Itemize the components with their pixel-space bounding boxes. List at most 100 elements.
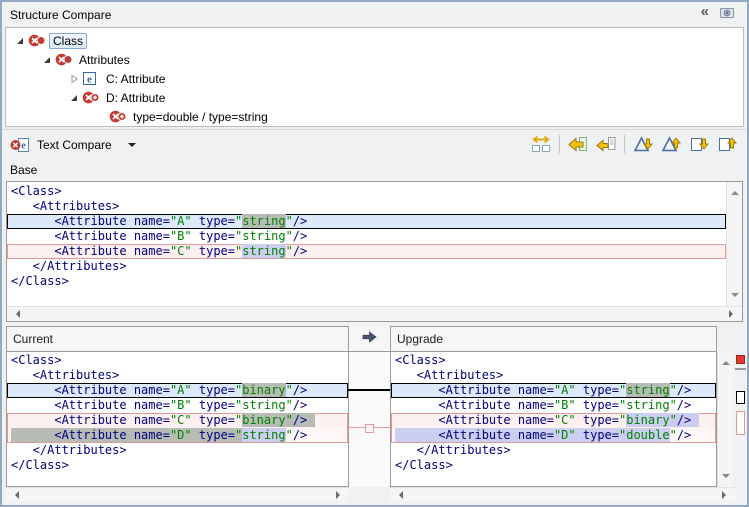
scroll-left-button[interactable] [12,310,20,318]
tree-item[interactable]: Class [6,31,743,50]
code-line[interactable]: <Attribute name="B" type="string"/> [7,229,726,244]
code-line[interactable]: <Attributes> [7,368,348,383]
code-line[interactable]: </Class> [391,458,716,473]
text-compare-icon: e [10,137,30,153]
next-change-button[interactable] [686,133,712,155]
next-difference-button[interactable] [630,133,656,155]
base-pane: <Class> <Attributes> <Attribute name="A"… [6,181,743,322]
code-line[interactable]: <Attribute name="A" type="binary"/> [7,383,348,398]
current-code-area[interactable]: <Class> <Attributes> <Attribute name="A"… [7,352,348,486]
scroll-down-button[interactable] [722,474,730,482]
code-line[interactable]: <Attributes> [7,199,726,214]
tree-collapsed-arrow-icon[interactable] [66,74,82,84]
tree-item-label: type=double / type=string [130,110,271,124]
compare-toolbar [527,133,741,155]
scroll-right-button[interactable] [336,491,344,499]
current-pane-title: Current [13,332,53,346]
tree-expanded-arrow-icon[interactable] [66,93,82,103]
merge-direction-arrow-icon [362,331,377,346]
conflict-diff-handle [365,424,374,433]
tree-item[interactable]: Attributes [6,50,743,69]
tree-item-label: C: Attribute [103,72,168,86]
tree-item[interactable]: type=double / type=string [6,107,743,126]
structure-tree[interactable]: Class Attributes e C: Attribute D: Attribute… [5,27,744,127]
collapse-chevrons-button[interactable]: « [701,5,709,19]
current-horizontal-scrollbar[interactable] [6,487,349,502]
copy-change-right-to-left-button[interactable] [593,133,619,155]
upgrade-pane: Upgrade <Class> <Attributes> <Attribute … [390,326,717,487]
panel-menu-button[interactable] [719,6,735,19]
conflict-add-icon [82,90,103,105]
tree-expanded-arrow-icon[interactable] [39,55,55,65]
scroll-up-button[interactable] [722,357,730,365]
code-line[interactable]: <Attribute name="D" type="string"/> [7,428,348,443]
current-pane: Current <Class> <Attributes> <Attribute … [6,326,349,487]
code-line[interactable]: <Attribute name="B" type="string"/> [391,398,716,413]
tree-item[interactable]: e C: Attribute [6,69,743,88]
code-line[interactable]: <Class> [7,353,348,368]
switch-left-right-button[interactable] [528,133,554,155]
tree-item-label: Class [49,33,87,49]
toolbar-separator [624,135,625,153]
scroll-down-button[interactable] [731,293,739,301]
diff-gutter [349,326,390,487]
selected-diff-connector [348,389,391,391]
code-line[interactable]: </Class> [7,458,348,473]
current-pane-header: Current [7,327,348,352]
current-diff-marker[interactable] [736,391,745,404]
code-line[interactable]: <Attribute name="C" type="binary"/> [391,413,716,428]
copy-all-right-to-left-button[interactable] [565,133,591,155]
upgrade-pane-title: Upgrade [397,332,443,346]
base-code-area[interactable]: <Class> <Attributes> <Attribute name="A"… [7,182,726,306]
code-line[interactable]: </Attributes> [391,443,716,458]
view-menu-dropdown-icon[interactable] [128,143,136,151]
base-vertical-scrollbar[interactable] [726,182,742,306]
code-line[interactable]: <Attributes> [391,368,716,383]
base-pane-title: Base [10,163,37,177]
element-icon: e [82,71,103,86]
text-compare-header: e Text Compare [2,129,747,159]
compare-window: Structure Compare « Class Attributes e C: A… [0,0,749,507]
svg-text:e: e [87,74,92,86]
toolbar-separator [559,135,560,153]
tree-expanded-arrow-icon[interactable] [12,36,28,46]
text-compare-title: Text Compare [37,138,112,152]
code-line[interactable]: </Class> [7,274,726,289]
conflict-icon [28,33,49,48]
scroll-right-button[interactable] [729,310,737,318]
conflict-icon [55,52,76,67]
base-horizontal-scrollbar[interactable] [7,306,742,321]
previous-difference-button[interactable] [658,133,684,155]
code-line[interactable]: <Attribute name="B" type="string"/> [7,398,348,413]
structure-compare-header: Structure Compare « [2,2,747,27]
scroll-up-button[interactable] [731,187,739,195]
gutter-header [349,326,390,352]
code-line[interactable]: <Attribute name="A" type="string"/> [391,383,716,398]
overview-ruler[interactable] [735,352,747,487]
structure-compare-title: Structure Compare [10,8,111,22]
conflict-range-marker[interactable] [736,411,745,435]
code-line[interactable]: </Attributes> [7,259,726,274]
previous-change-button[interactable] [714,133,740,155]
conflict-summary-marker[interactable] [736,355,745,364]
code-line[interactable]: <Attribute name="C" type="binary"/> [7,413,348,428]
tree-item-label: D: Attribute [103,91,168,105]
upgrade-code-area[interactable]: <Class> <Attributes> <Attribute name="A"… [391,352,716,486]
upgrade-horizontal-scrollbar[interactable] [390,487,735,502]
upgrade-pane-header: Upgrade [391,327,716,352]
code-line[interactable]: <Class> [391,353,716,368]
code-line[interactable]: <Class> [7,184,726,199]
upgrade-vertical-scrollbar[interactable] [717,352,733,487]
scroll-left-button[interactable] [11,491,19,499]
scroll-left-button[interactable] [395,491,403,499]
conflict-add-icon [109,109,130,124]
tree-item[interactable]: D: Attribute [6,88,743,107]
code-line[interactable]: <Attribute name="A" type="string"/> [7,214,726,229]
ruler-separator [735,368,746,370]
svg-text:e: e [21,140,26,151]
scroll-right-button[interactable] [722,491,730,499]
code-line[interactable]: </Attributes> [7,443,348,458]
code-line[interactable]: <Attribute name="D" type="double"/> [391,428,716,443]
code-line[interactable]: <Attribute name="C" type="string"/> [7,244,726,259]
tree-item-label: Attributes [76,53,133,67]
